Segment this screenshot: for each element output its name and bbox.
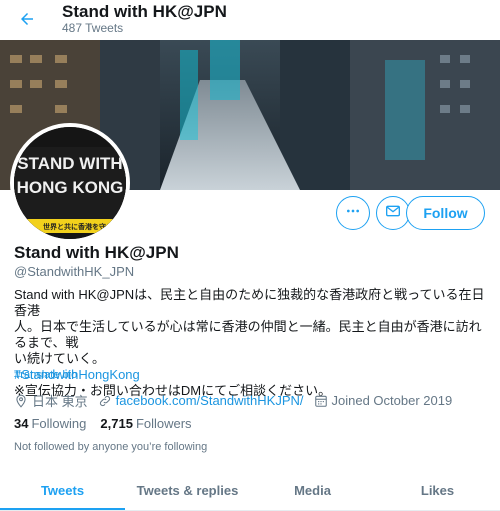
bio-line: い続けていく。 <box>14 351 106 366</box>
avatar-line1: STAND WITH <box>17 154 122 173</box>
followers-count: 2,715 <box>100 416 133 431</box>
tab-tweets[interactable]: Tweets <box>0 470 125 510</box>
location: 日本 東京 <box>14 391 88 410</box>
follow-button[interactable]: Follow <box>406 196 485 230</box>
joined-text: Joined October 2019 <box>331 393 453 408</box>
profile-bio: Stand with HK@JPNは、民主と自由のために独裁的な香港政府と戦って… <box>14 287 490 399</box>
tab-tweets-replies[interactable]: Tweets & replies <box>125 470 250 510</box>
location-pin-icon <box>16 394 26 408</box>
followers-link[interactable]: 2,715 Followers <box>100 416 191 431</box>
location-text: 日本 東京 <box>32 394 88 409</box>
header-title: Stand with HK@JPN <box>62 2 227 21</box>
followed-by-note: Not followed by anyone you’re following <box>14 441 208 453</box>
avatar-strip: 世界と共に香港を守る <box>43 222 113 231</box>
profile-handle: @StandwithHK_JPN <box>14 264 135 279</box>
bio-line: Stand with HK@JPNは、民主と自由のために独裁的な香港政府と戦って… <box>14 287 485 318</box>
link-icon <box>99 395 110 406</box>
followers-label: Followers <box>135 416 192 431</box>
tab-likes[interactable]: Likes <box>375 470 500 510</box>
profile-header: Stand with HK@JPN 487 Tweets <box>0 0 500 40</box>
translate-bio-link[interactable]: Translate bio <box>14 369 77 381</box>
following-link[interactable]: 34 Following <box>14 416 86 431</box>
avatar-line2: HONG KONG <box>17 178 124 197</box>
join-date: Joined October 2019 <box>314 393 453 408</box>
more-button[interactable] <box>336 196 370 230</box>
back-arrow-icon[interactable] <box>16 8 38 30</box>
profile-name: Stand with HK@JPN <box>14 243 179 262</box>
follow-stats: 34 Following 2,715 Followers <box>14 416 206 431</box>
following-label: Following <box>31 416 87 431</box>
website-link[interactable]: facebook.com/StandwithHKJPN/ <box>116 393 304 408</box>
more-icon <box>345 203 361 224</box>
bio-hashtag-link[interactable]: #StandwithHongKong <box>14 367 490 383</box>
message-button[interactable] <box>376 196 410 230</box>
tab-media[interactable]: Media <box>250 470 375 510</box>
calendar-icon <box>314 395 327 407</box>
following-count: 34 <box>14 416 29 431</box>
website: facebook.com/StandwithHKJPN/ <box>98 393 304 408</box>
tweet-count: 487 Tweets <box>62 21 124 35</box>
bio-line: 人。日本で生活しているが心は常に香港の仲間と一緒。民主と自由が香港に訪れるまで、… <box>14 319 482 350</box>
avatar[interactable]: STAND WITH HONG KONG 世界と共に香港を守る <box>10 123 130 243</box>
profile-tabs: Tweets Tweets & replies Media Likes <box>0 470 500 511</box>
envelope-icon <box>385 203 401 224</box>
profile-meta: 日本 東京 facebook.com/StandwithHKJPN/ Joine… <box>14 391 462 410</box>
